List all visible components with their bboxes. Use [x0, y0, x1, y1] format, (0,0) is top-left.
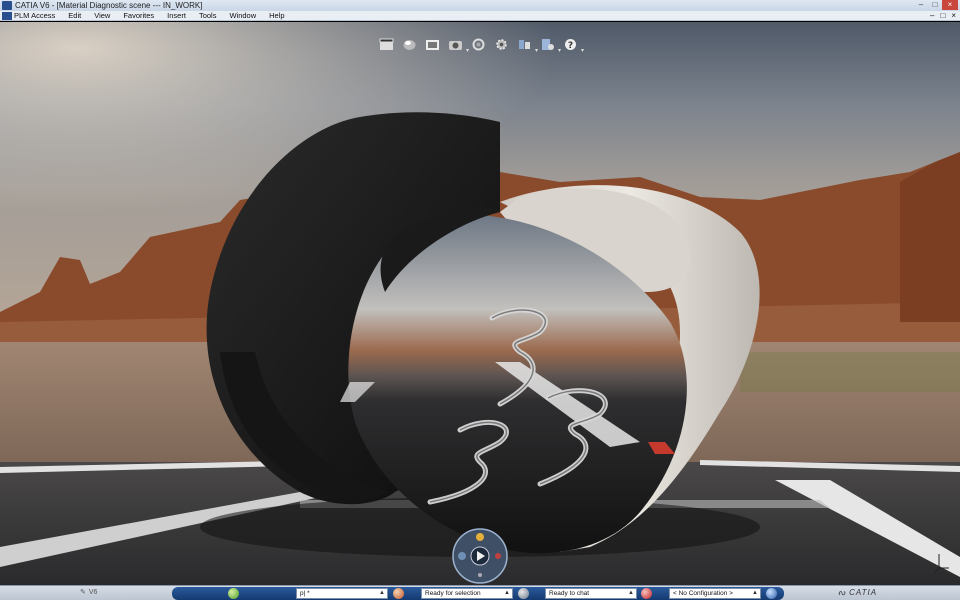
- menu-window[interactable]: Window: [229, 11, 256, 20]
- render-toolbar: ▾ ▾ ▾ ? ▾: [378, 36, 584, 54]
- rotate-view-icon[interactable]: [470, 37, 487, 52]
- alert-icon[interactable]: [641, 588, 652, 599]
- 3ds-logo-icon: ᔓ: [838, 588, 847, 597]
- clapperboard-icon[interactable]: [378, 37, 395, 52]
- doc-maximize-button[interactable]: □: [940, 11, 945, 21]
- chat-user-icon[interactable]: [518, 588, 529, 599]
- doc-minimize-button[interactable]: –: [930, 11, 934, 21]
- menu-edit[interactable]: Edit: [68, 11, 81, 20]
- status-bar: ✎ V6 p| * ▲ Ready for selection ▲ Ready to…: [0, 585, 960, 600]
- globe-icon[interactable]: [766, 588, 777, 599]
- menu-bar: PLM Access Edit View Favorites Insert To…: [0, 11, 960, 21]
- document-window-controls: – □ ×: [930, 11, 956, 21]
- menu-plm-access[interactable]: PLM Access: [14, 11, 55, 20]
- maximize-button[interactable]: □: [928, 0, 942, 10]
- menu-help[interactable]: Help: [269, 11, 284, 20]
- scene-render: [0, 22, 960, 585]
- environment-icon[interactable]: ▾: [539, 37, 561, 54]
- help-icon[interactable]: ? ▾: [562, 37, 584, 54]
- v6-indicator: ✎ V6: [80, 588, 98, 597]
- selection-status-field: Ready for selection ▲: [421, 588, 513, 599]
- window-controls: – □ ×: [914, 0, 958, 10]
- light-dropdown-icon[interactable]: ▾: [535, 47, 538, 54]
- command-input[interactable]: p| * ▲: [296, 588, 388, 599]
- configuration-select[interactable]: < No Configuration > ▲: [669, 588, 761, 599]
- render-image-icon[interactable]: [424, 37, 441, 52]
- document-icon: [2, 11, 12, 20]
- doc-close-button[interactable]: ×: [951, 11, 956, 21]
- close-button[interactable]: ×: [942, 0, 958, 10]
- svg-text:?: ?: [568, 41, 573, 51]
- gear-settings-icon[interactable]: [493, 37, 510, 52]
- catia-app-icon: [2, 1, 12, 10]
- 3d-viewport[interactable]: ▾ ▾ ▾ ? ▾: [0, 22, 960, 585]
- camera-icon[interactable]: ▾: [447, 37, 469, 54]
- menu-insert[interactable]: Insert: [167, 11, 186, 20]
- tools-icon[interactable]: [393, 588, 404, 599]
- catia-logo: ᔓ CATIA: [838, 588, 878, 597]
- menu-favorites[interactable]: Favorites: [123, 11, 154, 20]
- chat-status-field: Ready to chat ▲: [545, 588, 637, 599]
- power-input-orb-icon[interactable]: [228, 588, 239, 599]
- minimize-button[interactable]: –: [914, 0, 928, 10]
- camera-dropdown-icon[interactable]: ▾: [466, 47, 469, 54]
- v6-tool-icon: ✎: [80, 589, 86, 596]
- light-bulbs-icon[interactable]: ▾: [516, 37, 538, 54]
- menu-tools[interactable]: Tools: [199, 11, 217, 20]
- window-title: CATIA V6 - [Material Diagnostic scene --…: [15, 1, 203, 10]
- help-dropdown-icon[interactable]: ▾: [581, 47, 584, 54]
- environment-dropdown-icon[interactable]: ▾: [558, 47, 561, 54]
- material-sphere-icon[interactable]: [401, 37, 418, 52]
- axis-triad-icon: [933, 552, 951, 574]
- title-bar: CATIA V6 - [Material Diagnostic scene --…: [0, 0, 960, 11]
- menu-view[interactable]: View: [94, 11, 110, 20]
- navigation-compass[interactable]: [452, 528, 508, 584]
